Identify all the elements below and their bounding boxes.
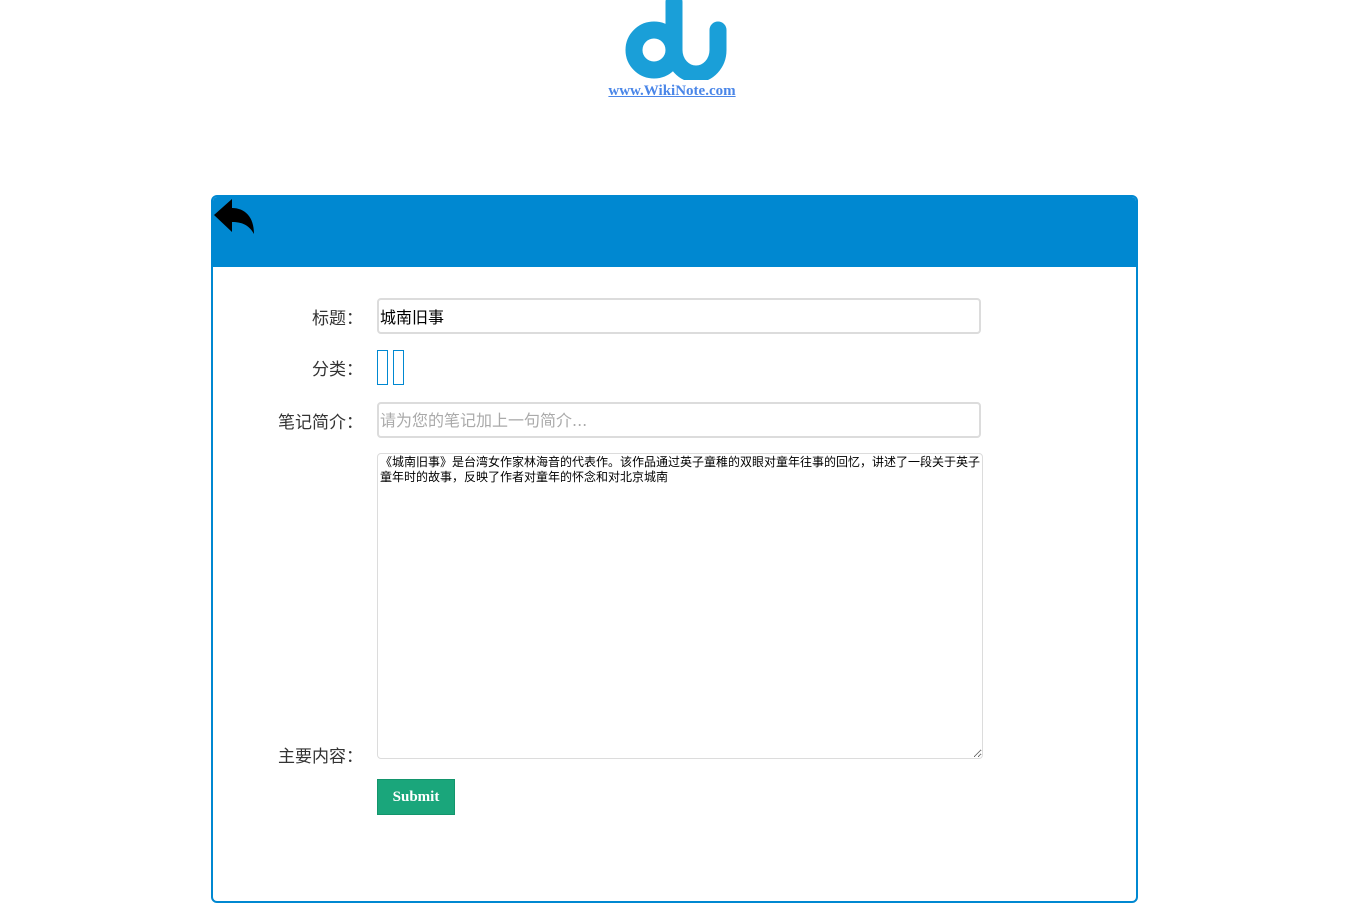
title-label: 标题：	[312, 309, 363, 329]
reply-arrow-icon[interactable]	[213, 197, 257, 239]
category-option[interactable]	[393, 350, 404, 385]
category-option[interactable]	[377, 350, 388, 385]
summary-input[interactable]	[377, 402, 981, 438]
panel-header	[213, 197, 1136, 267]
site-header: www.WikiNote.com	[0, 0, 1349, 110]
title-input[interactable]	[377, 298, 981, 334]
note-edit-panel: 标题： 分类： 笔记简介： 主要内容： 《城南旧事》是台湾女作家林海音的代表作。…	[211, 195, 1138, 903]
site-link[interactable]: www.WikiNote.com	[0, 83, 1344, 100]
content-label: 主要内容：	[278, 747, 363, 767]
du-logo-icon	[625, 0, 727, 80]
summary-label: 笔记简介：	[278, 413, 363, 433]
category-label: 分类：	[312, 360, 363, 380]
content-textarea[interactable]: 《城南旧事》是台湾女作家林海音的代表作。该作品通过英子童稚的双眼对童年往事的回忆…	[377, 453, 983, 759]
submit-button[interactable]: Submit	[377, 779, 455, 815]
